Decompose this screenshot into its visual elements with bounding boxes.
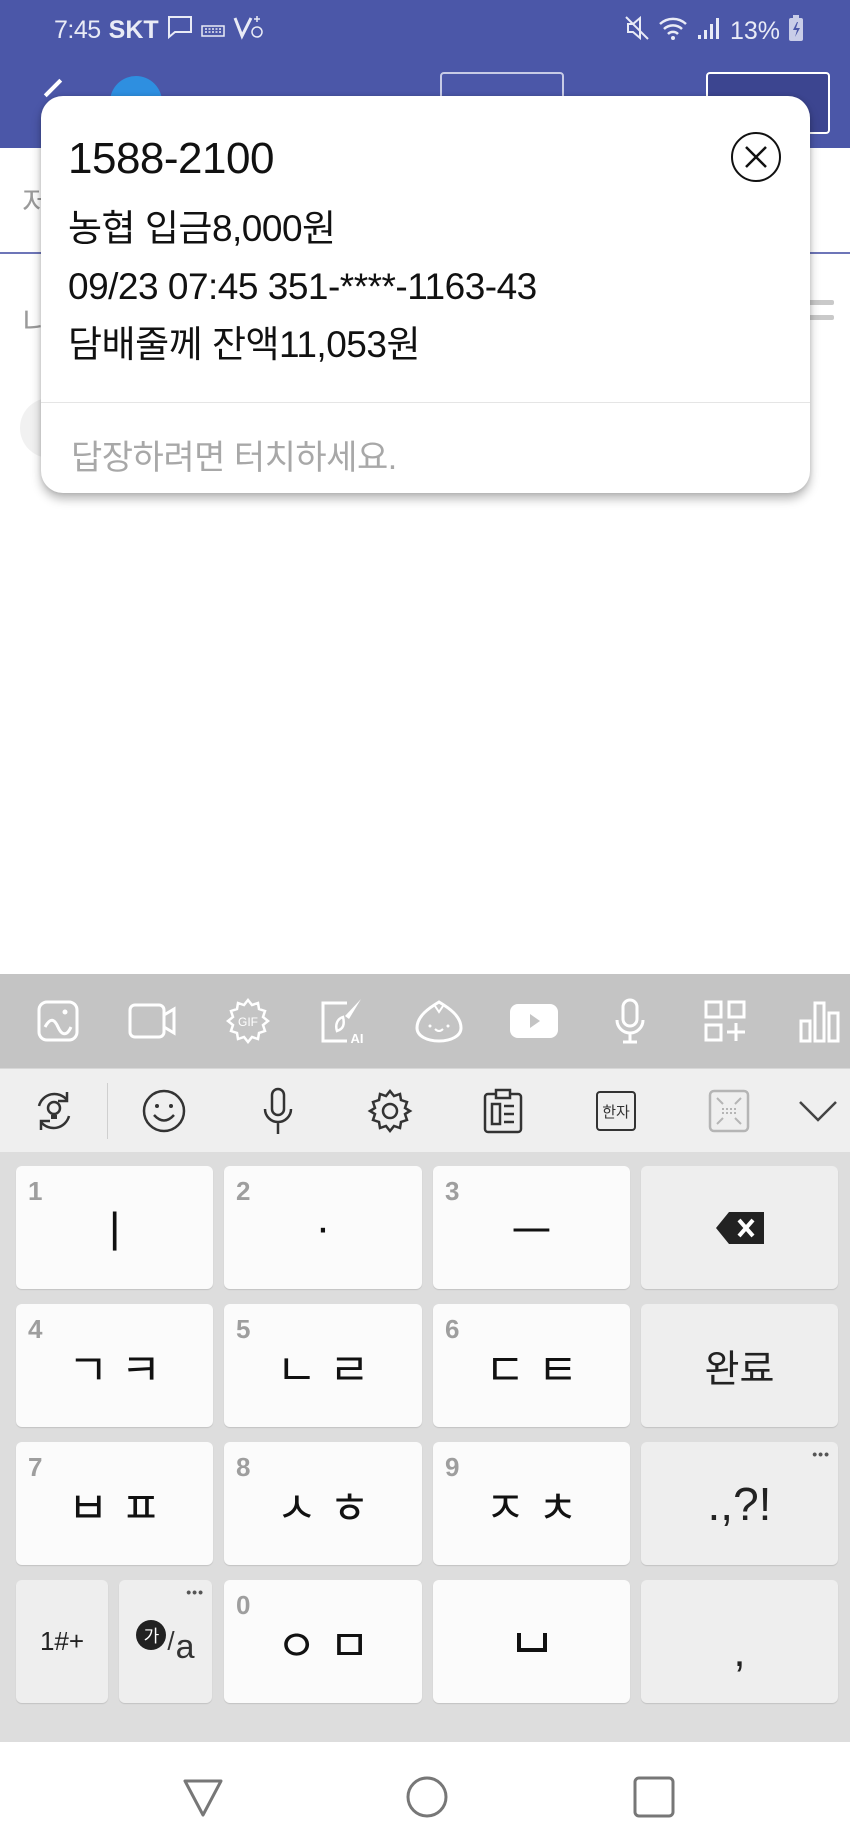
hanja-label: 한자 xyxy=(596,1091,636,1131)
key-5[interactable]: 5 ㄴ ㄹ xyxy=(224,1304,422,1427)
key-label: ㄷ ㅌ xyxy=(484,1345,579,1395)
volte-icon xyxy=(233,14,265,47)
message-line-1: 농협 입금8,000원 xyxy=(68,208,336,249)
key-label: ㅡ xyxy=(511,1207,552,1257)
navigation-bar xyxy=(0,1742,850,1842)
symbols-label: 1#+ xyxy=(39,1626,85,1656)
screen: 7:45 SKT 13% 저 니 1588-2100 농협 입금8,000원 0… xyxy=(0,0,850,1842)
key-label: ㄴ ㄹ xyxy=(276,1345,370,1395)
key-label: ㅈ ㅊ xyxy=(484,1483,579,1533)
language-switch-label: 가 / a xyxy=(119,1580,212,1703)
emoji-icon[interactable] xyxy=(138,1085,190,1137)
sms-notification-popup[interactable]: 1588-2100 농협 입금8,000원 09/23 07:45 351-**… xyxy=(41,96,810,493)
image-icon[interactable] xyxy=(33,996,83,1046)
back-triangle-icon[interactable] xyxy=(178,1772,228,1822)
status-carrier: SKT xyxy=(108,16,159,44)
hangul-badge: 가 xyxy=(136,1619,167,1650)
status-time: 7:45 xyxy=(54,16,101,44)
status-bar: 7:45 SKT 13% xyxy=(0,0,850,58)
svg-text:AI: AI xyxy=(351,1031,364,1045)
key-8[interactable]: 8 ㅅ ㅎ xyxy=(224,1442,422,1565)
key-3[interactable]: 3 ㅡ xyxy=(433,1166,630,1289)
svg-text:GIF: GIF xyxy=(238,1015,258,1029)
home-circle-icon[interactable] xyxy=(402,1772,452,1822)
message-line-2: 09/23 07:45 351-****-1163-43 xyxy=(68,266,537,307)
backspace-icon xyxy=(641,1166,838,1289)
key-label: ㅅ ㅎ xyxy=(276,1483,370,1533)
video-icon[interactable] xyxy=(128,996,178,1046)
space-key[interactable] xyxy=(433,1580,630,1703)
key-0[interactable]: 0 ㅇ ㅁ xyxy=(224,1580,422,1703)
microphone-icon[interactable] xyxy=(605,996,655,1046)
punctuation-key[interactable]: ••• .,?! xyxy=(641,1442,838,1565)
key-label: · xyxy=(315,1202,331,1252)
key-label: ㅂ ㅍ xyxy=(67,1483,162,1533)
clipboard-icon[interactable] xyxy=(477,1085,529,1137)
key-4[interactable]: 4 ㄱ ㅋ xyxy=(16,1304,213,1427)
idea-refresh-icon[interactable] xyxy=(28,1085,80,1137)
done-key[interactable]: 완료 xyxy=(641,1304,838,1427)
message-icon xyxy=(167,15,193,46)
youtube-icon[interactable] xyxy=(509,996,559,1046)
wifi-icon xyxy=(658,15,688,48)
message-line-3: 담배줄께 잔액11,053원 xyxy=(68,324,420,365)
drag-handle-icon[interactable] xyxy=(806,300,834,330)
back-arrow-icon[interactable] xyxy=(43,78,63,98)
hanja-icon[interactable]: 한자 xyxy=(590,1085,642,1137)
done-label: 완료 xyxy=(704,1349,775,1391)
microphone-icon[interactable] xyxy=(252,1085,304,1137)
signal-icon xyxy=(696,15,722,48)
key-7[interactable]: 7 ㅂ ㅍ xyxy=(16,1442,213,1565)
chevron-down-icon[interactable] xyxy=(792,1085,844,1137)
ai-paint-icon[interactable]: AI xyxy=(318,996,368,1046)
key-6[interactable]: 6 ㄷ ㅌ xyxy=(433,1304,630,1427)
language-switch-key[interactable]: ••• 가 / a xyxy=(119,1580,212,1703)
comma-label: , xyxy=(733,1626,746,1676)
comma-key[interactable]: , xyxy=(641,1580,838,1703)
notification-sender: 1588-2100 xyxy=(68,134,274,183)
add-grid-icon[interactable] xyxy=(700,996,750,1046)
symbols-key[interactable]: 1#+ xyxy=(16,1580,108,1703)
close-circle-icon[interactable] xyxy=(731,132,781,182)
backspace-key[interactable] xyxy=(641,1166,838,1289)
space-icon xyxy=(433,1580,630,1703)
battery-percent: 13% xyxy=(729,17,780,45)
keyboard-icon xyxy=(200,16,225,45)
settings-icon[interactable] xyxy=(364,1085,416,1137)
key-9[interactable]: 9 ㅈ ㅊ xyxy=(433,1442,630,1565)
gif-icon[interactable]: GIF xyxy=(223,996,273,1046)
punctuation-label: .,?! xyxy=(707,1477,772,1530)
mute-icon xyxy=(624,15,650,48)
popup-divider xyxy=(41,402,810,403)
bar-chart-icon[interactable] xyxy=(795,996,845,1046)
keyboard-content-toolbar: GIF AI xyxy=(0,974,850,1068)
key-label: ㅣ xyxy=(94,1207,135,1257)
notification-message: 농협 입금8,000원 09/23 07:45 351-****-1163-43… xyxy=(68,200,537,374)
slash: / xyxy=(167,1626,175,1656)
key-label: ㅇ ㅁ xyxy=(276,1621,370,1671)
battery-charging-icon xyxy=(788,14,804,49)
keyboard-resize-icon[interactable] xyxy=(703,1085,755,1137)
key-label: ㄱ ㅋ xyxy=(67,1345,162,1395)
keypad: 1 ㅣ 2 · 3 ㅡ 4 ㄱ ㅋ 5 ㄴ ㄹ 6 ㄷ ㅌ 완료 7 ㅂ ㅍ 8… xyxy=(0,1152,850,1742)
recents-square-icon[interactable] xyxy=(629,1772,679,1822)
bar-separator xyxy=(107,1083,108,1139)
dumpling-emoticon-icon[interactable] xyxy=(414,996,464,1046)
english-label: a xyxy=(175,1628,195,1666)
key-2[interactable]: 2 · xyxy=(224,1166,422,1289)
key-1[interactable]: 1 ㅣ xyxy=(16,1166,213,1289)
reply-hint[interactable]: 답장하려면 터치하세요. xyxy=(71,430,397,479)
keyboard-function-bar: 한자 xyxy=(0,1068,850,1152)
